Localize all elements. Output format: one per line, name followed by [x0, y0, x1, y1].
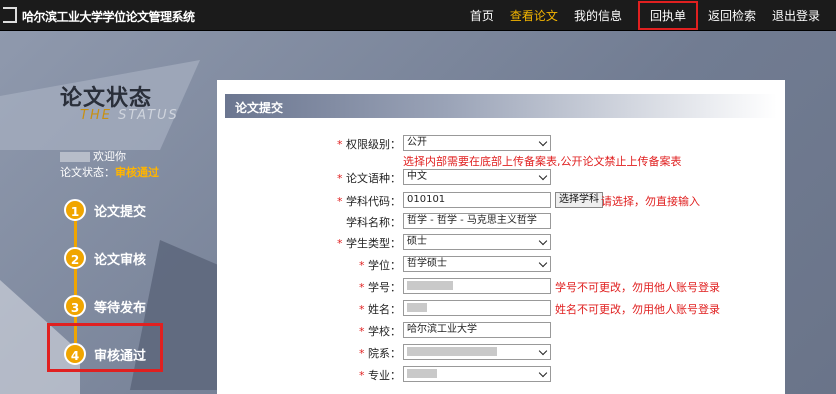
nav-home[interactable]: 首页: [470, 7, 494, 24]
step-label: 论文提交: [94, 204, 147, 220]
welcome-text: 欢迎你: [60, 148, 126, 164]
language-row: * 论文语种：: [337, 172, 401, 185]
degree-row: * 学位：: [359, 259, 401, 272]
student-id-input[interactable]: [403, 278, 551, 294]
permission-label: 权限级别：: [346, 138, 401, 151]
degree-select[interactable]: 哲学硕士: [403, 256, 551, 272]
subject-code-input[interactable]: 010101: [403, 192, 551, 208]
step-number: 3: [64, 295, 86, 317]
step-submit: 1 论文提交: [64, 199, 146, 221]
degree-label: 学位：: [368, 259, 401, 272]
language-select[interactable]: 中文: [403, 169, 551, 185]
status-subtitle-rest: STATUS: [118, 108, 179, 123]
school-row: * 学校：: [359, 325, 401, 338]
step-number: 1: [64, 199, 86, 221]
major-select[interactable]: [403, 366, 551, 382]
main-nav: 首页 查看论文 我的信息 回执单 返回检索 退出登录: [470, 0, 836, 31]
status-subtitle-highlight: THE: [80, 108, 112, 123]
student-type-label: 学生类型：: [346, 237, 401, 250]
department-select[interactable]: [403, 344, 551, 360]
form-panel: 论文提交 * 权限级别： 公开 选择内部需要在底部上传备案表,公开论文禁止上传备…: [217, 80, 785, 394]
step-review: 2 论文审核: [64, 247, 146, 269]
select-subject-button[interactable]: 选择学科: [555, 192, 603, 208]
school-input[interactable]: 哈尔滨工业大学: [403, 322, 551, 338]
permission-row: * 权限级别：: [337, 138, 401, 151]
name-row: * 姓名：: [359, 303, 401, 316]
blurred-value: [407, 302, 427, 312]
step-number: 2: [64, 247, 86, 269]
subject-name-row: 学科名称：: [217, 213, 401, 231]
logo-icon: [3, 7, 17, 23]
student-type-row: * 学生类型：: [337, 237, 401, 250]
current-status: 论文状态：审核通过: [60, 164, 159, 180]
name-label: 姓名：: [368, 303, 401, 316]
status-subtitle: THE STATUS: [80, 108, 179, 123]
step-label: 论文审核: [94, 252, 147, 268]
highlight-box: [47, 323, 163, 372]
status-label: 论文状态：: [60, 166, 115, 179]
subject-name-label: 学科名称：: [346, 216, 401, 229]
student-type-select[interactable]: 硕士: [403, 234, 551, 250]
subject-code-hint: 请选择，勿直接输入: [601, 195, 700, 208]
student-id-row: * 学号：: [359, 281, 401, 294]
welcome-label: 欢迎你: [93, 150, 126, 163]
department-row: * 院系：: [359, 347, 401, 360]
nav-my-info[interactable]: 我的信息: [574, 7, 622, 24]
status-value: 审核通过: [115, 166, 159, 179]
top-bar: 哈尔滨工业大学学位论文管理系统 首页 查看论文 我的信息 回执单 返回检索 退出…: [0, 0, 836, 31]
nav-view-thesis[interactable]: 查看论文: [510, 7, 558, 24]
site-title: 哈尔滨工业大学学位论文管理系统: [22, 10, 195, 24]
nav-receipt[interactable]: 回执单: [637, 1, 698, 30]
step-publish: 3 等待发布: [64, 295, 146, 317]
panel-heading-text: 论文提交: [235, 101, 284, 115]
blurred-username: [60, 152, 90, 162]
step-label: 等待发布: [94, 300, 147, 316]
subject-code-label: 学科代码：: [346, 195, 401, 208]
student-id-label: 学号：: [368, 281, 401, 294]
name-hint: 姓名不可更改，勿用他人账号登录: [555, 303, 720, 316]
blurred-value: [407, 346, 497, 356]
student-id-hint: 学号不可更改，勿用他人账号登录: [555, 281, 720, 294]
major-row: * 专业：: [359, 369, 401, 382]
name-input[interactable]: [403, 300, 551, 316]
panel-heading: 论文提交: [225, 94, 777, 118]
department-label: 院系：: [368, 347, 401, 360]
nav-logout[interactable]: 退出登录: [772, 7, 820, 24]
permission-hint: 选择内部需要在底部上传备案表,公开论文禁止上传备案表: [403, 155, 682, 168]
blurred-value: [407, 368, 437, 378]
subject-name-input[interactable]: 哲学 - 哲学 - 马克思主义哲学: [403, 213, 551, 229]
blurred-value: [407, 280, 453, 290]
school-label: 学校：: [368, 325, 401, 338]
language-label: 论文语种：: [346, 172, 401, 185]
subject-code-row: * 学科代码：: [337, 195, 401, 208]
permission-select[interactable]: 公开: [403, 135, 551, 151]
nav-back-search[interactable]: 返回检索: [708, 7, 756, 24]
major-label: 专业：: [368, 369, 401, 382]
